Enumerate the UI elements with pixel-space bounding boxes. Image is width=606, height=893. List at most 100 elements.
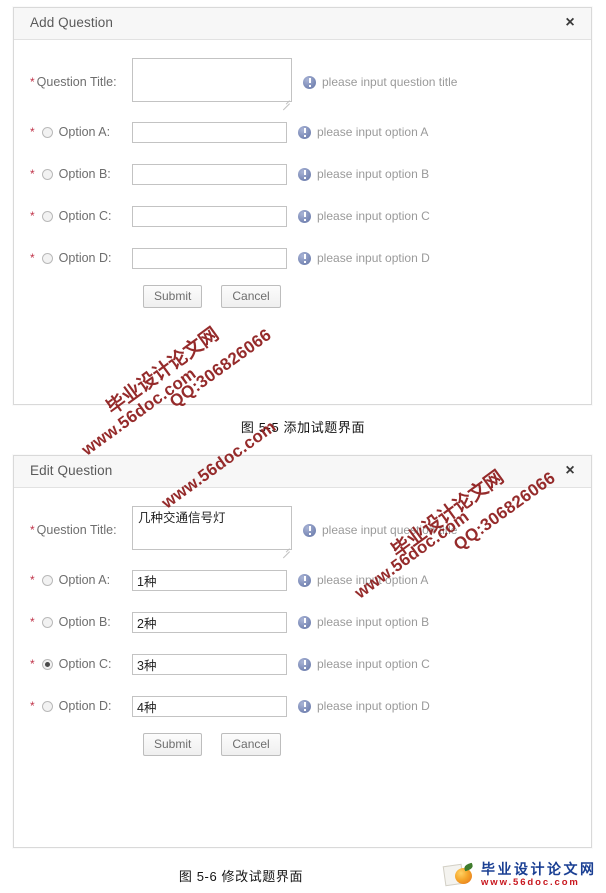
- label-text: Question Title:: [36, 523, 117, 537]
- option-d-field: [132, 247, 287, 269]
- page-root: Add Question × * Question Title: please …: [0, 0, 606, 893]
- hint-text: please input option D: [317, 251, 430, 265]
- label-text: Option D:: [58, 699, 112, 713]
- label-text: Option C:: [58, 657, 112, 671]
- label-text: Option B:: [58, 615, 111, 629]
- required-star: *: [30, 75, 35, 89]
- option-row-a: * Option A: please input option A: [14, 111, 591, 153]
- question-title-input[interactable]: [132, 57, 292, 102]
- option-b-field: [132, 163, 287, 185]
- hint-text: please input option B: [317, 615, 430, 629]
- option-b-hint: please input option B: [298, 167, 429, 181]
- option-d-radio[interactable]: [41, 252, 53, 264]
- submit-button[interactable]: Submit: [143, 285, 203, 308]
- question-title-input[interactable]: [132, 505, 292, 550]
- option-d-radio[interactable]: [41, 700, 53, 712]
- option-a-input[interactable]: [132, 121, 287, 143]
- option-a-label: * Option A:: [14, 573, 132, 587]
- label-text: Option A:: [58, 573, 111, 587]
- hint-text: please input option B: [317, 167, 430, 181]
- question-title-field: [132, 57, 292, 110]
- option-row-c: * Option C: please input option C: [14, 195, 591, 237]
- option-b-input[interactable]: [132, 163, 287, 185]
- option-d-input[interactable]: [132, 247, 287, 269]
- page-title: Edit Question: [30, 463, 113, 478]
- option-row-b: * Option B: please input option B: [14, 153, 591, 195]
- option-c-radio[interactable]: [41, 658, 53, 670]
- submit-button[interactable]: Submit: [143, 733, 203, 756]
- hint-text: please input question title: [322, 75, 458, 89]
- option-row-d: * Option D: please input option D: [14, 237, 591, 279]
- option-b-label: * Option B:: [14, 615, 132, 629]
- info-icon: [298, 699, 311, 713]
- option-c-hint: please input option C: [298, 657, 430, 671]
- dialog-header: Add Question ×: [14, 8, 591, 40]
- close-icon[interactable]: ×: [561, 462, 579, 480]
- info-icon: [303, 75, 316, 89]
- dialog-header: Edit Question ×: [14, 456, 591, 488]
- info-icon: [298, 573, 311, 587]
- required-star: *: [30, 573, 35, 587]
- info-icon: [303, 523, 316, 537]
- option-b-input[interactable]: [132, 611, 287, 633]
- required-star: *: [30, 167, 35, 181]
- page-title: Add Question: [30, 15, 114, 30]
- option-d-label: * Option D:: [14, 699, 132, 713]
- question-title-label: * Question Title:: [14, 523, 132, 537]
- option-a-input[interactable]: [132, 569, 287, 591]
- option-c-field: [132, 205, 287, 227]
- question-title-row: * Question Title: please input question …: [14, 53, 591, 111]
- question-title-label: * Question Title:: [14, 75, 132, 89]
- site-logo: 毕业设计论文网 www.56doc.com: [442, 859, 602, 891]
- option-b-field: [132, 611, 287, 633]
- required-star: *: [30, 125, 35, 139]
- option-c-hint: please input option C: [298, 209, 430, 223]
- required-star: *: [30, 209, 35, 223]
- label-text: Option D:: [58, 251, 112, 265]
- label-text: Option A:: [58, 125, 111, 139]
- option-c-input[interactable]: [132, 205, 287, 227]
- option-c-input[interactable]: [132, 653, 287, 675]
- hint-text: please input option A: [317, 125, 429, 139]
- option-c-radio[interactable]: [41, 210, 53, 222]
- cancel-button[interactable]: Cancel: [221, 285, 281, 308]
- figure-caption-5-5: 图 5-5 添加试题界面: [240, 420, 366, 435]
- close-icon[interactable]: ×: [561, 14, 579, 32]
- option-row-d: * Option D: please input option D: [14, 685, 591, 727]
- option-a-field: [132, 121, 287, 143]
- option-b-label: * Option B:: [14, 167, 132, 181]
- required-star: *: [30, 699, 35, 713]
- required-star: *: [30, 615, 35, 629]
- option-a-hint: please input option A: [298, 573, 428, 587]
- logo-url: www.56doc.com: [481, 876, 580, 888]
- question-title-field: [132, 505, 292, 558]
- label-text: Option B:: [58, 167, 111, 181]
- option-row-b: * Option B: please input option B: [14, 601, 591, 643]
- option-a-field: [132, 569, 287, 591]
- hint-text: please input option C: [317, 209, 430, 223]
- option-c-label: * Option C:: [14, 209, 132, 223]
- option-row-c: * Option C: please input option C: [14, 643, 591, 685]
- option-c-label: * Option C:: [14, 657, 132, 671]
- info-icon: [298, 209, 311, 223]
- cancel-button[interactable]: Cancel: [221, 733, 281, 756]
- option-b-hint: please input option B: [298, 615, 429, 629]
- option-d-input[interactable]: [132, 695, 287, 717]
- info-icon: [298, 657, 311, 671]
- option-b-radio[interactable]: [41, 168, 53, 180]
- add-question-dialog: Add Question × * Question Title: please …: [13, 7, 592, 405]
- question-title-hint: please input question title: [303, 523, 457, 537]
- option-d-hint: please input option D: [298, 251, 430, 265]
- option-b-radio[interactable]: [41, 616, 53, 628]
- hint-text: please input option C: [317, 657, 430, 671]
- option-c-field: [132, 653, 287, 675]
- info-icon: [298, 167, 311, 181]
- dialog-body: * Question Title: please input question …: [14, 53, 591, 308]
- option-d-hint: please input option D: [298, 699, 430, 713]
- info-icon: [298, 615, 311, 629]
- option-a-radio[interactable]: [41, 574, 53, 586]
- info-icon: [298, 125, 311, 139]
- option-a-hint: please input option A: [298, 125, 428, 139]
- option-a-radio[interactable]: [41, 126, 53, 138]
- hint-text: please input question title: [322, 523, 458, 537]
